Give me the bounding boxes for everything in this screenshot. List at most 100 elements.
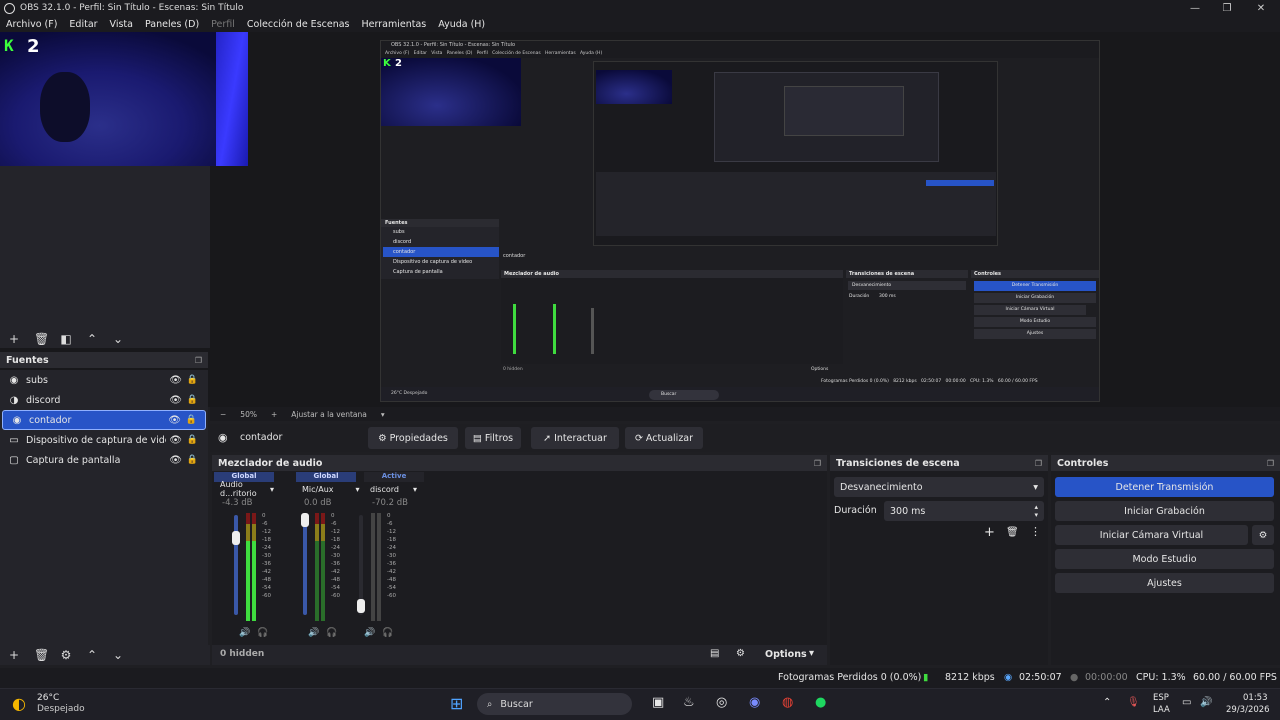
microphone-icon[interactable]: 🎙 xyxy=(1127,697,1140,708)
move-down-icon[interactable]: ⌄ xyxy=(112,648,124,662)
zoom-out-button[interactable]: − xyxy=(220,410,226,419)
source-settings-icon[interactable]: ⚙ xyxy=(60,648,72,662)
network-icon[interactable]: ▭ xyxy=(1182,697,1191,708)
transitions-panel: Transiciones de escena ❐ Desvanecimiento… xyxy=(830,455,1048,665)
language-code[interactable]: ESP xyxy=(1153,693,1169,703)
channel-name[interactable]: Mic/Aux ▾ xyxy=(296,482,360,496)
visibility-eye-icon[interactable]: 👁 xyxy=(169,375,182,386)
weather-moon-icon[interactable]: ◐ xyxy=(12,694,26,713)
clock-date[interactable]: 29/3/2026 xyxy=(1226,705,1270,715)
menu-editar[interactable]: Editar xyxy=(63,19,103,30)
minimize-button[interactable]: — xyxy=(1178,0,1212,16)
source-item-subs[interactable]: ◉ subs 👁 🔒 xyxy=(0,370,208,390)
chevron-down-icon[interactable]: ▾ xyxy=(809,648,814,659)
lock-icon[interactable]: 🔒 xyxy=(187,395,198,405)
remove-scene-icon[interactable]: 🗑 xyxy=(34,332,49,346)
remove-source-icon[interactable]: 🗑 xyxy=(34,648,49,662)
obs-taskbar-icon[interactable]: ◎ xyxy=(716,695,727,710)
zoom-in-button[interactable]: + xyxy=(271,410,277,419)
lock-icon[interactable]: 🔒 xyxy=(187,435,198,445)
menu-vista[interactable]: Vista xyxy=(104,19,139,30)
options-dropdown[interactable]: Options xyxy=(765,649,807,660)
remove-transition-icon[interactable]: 🗑 xyxy=(1006,527,1019,538)
speaker-icon[interactable]: 🔊 xyxy=(308,628,319,638)
sources-list[interactable]: ◉ subs 👁 🔒 ◑ discord 👁 🔒 ◉ contador 👁 🔒 … xyxy=(0,370,208,645)
temperature[interactable]: 26°C xyxy=(37,693,59,703)
vcam-settings-gear-icon[interactable]: ⚙ xyxy=(1252,525,1274,545)
lock-icon[interactable]: 🔒 xyxy=(187,455,198,465)
menu-ayuda[interactable]: Ayuda (H) xyxy=(432,19,491,30)
duration-spinbox[interactable]: 300 ms ▴ ▾ xyxy=(884,501,1044,521)
menu-paneles[interactable]: Paneles (D) xyxy=(139,19,205,30)
taskbar-search[interactable]: ⌕ Buscar xyxy=(477,693,632,715)
scenes-list[interactable] xyxy=(0,166,210,348)
task-view-icon[interactable]: ▣ xyxy=(652,695,664,710)
volume-fader-knob[interactable] xyxy=(301,513,309,527)
refresh-button[interactable]: ⟳ Actualizar xyxy=(625,427,703,449)
fit-window-dropdown[interactable]: Ajustar a la ventana xyxy=(291,410,367,419)
settings-button[interactable]: Ajustes xyxy=(1055,573,1274,593)
chevron-down-icon[interactable]: ▾ xyxy=(381,410,385,419)
undock-icon[interactable]: ❐ xyxy=(814,459,821,468)
more-options-icon[interactable]: ⋮ xyxy=(1030,525,1041,538)
menu-archivo[interactable]: Archivo (F) xyxy=(0,19,63,30)
level-meter-right xyxy=(321,513,325,621)
visibility-eye-icon[interactable]: 👁 xyxy=(169,455,182,466)
channel-name[interactable]: Audio d...ritorio ▾ xyxy=(214,480,274,498)
visibility-eye-icon[interactable]: 👁 xyxy=(169,435,182,446)
menu-herramientas[interactable]: Herramientas xyxy=(356,19,433,30)
volume-fader-track[interactable] xyxy=(303,515,307,615)
interact-button[interactable]: ➚ Interactuar xyxy=(531,427,619,449)
add-scene-icon[interactable]: + xyxy=(8,332,20,346)
close-button[interactable]: ✕ xyxy=(1244,0,1278,16)
volume-fader-knob[interactable] xyxy=(232,531,240,545)
lock-icon[interactable]: 🔒 xyxy=(187,375,198,385)
steam-icon[interactable]: ♨ xyxy=(683,695,695,710)
dropped-frames: Fotogramas Perdidos 0 (0.0%) xyxy=(778,672,922,683)
visibility-eye-icon[interactable]: 👁 xyxy=(169,395,182,406)
volume-icon[interactable]: 🔊 xyxy=(1200,697,1212,708)
move-up-icon[interactable]: ⌃ xyxy=(86,332,98,346)
undock-icon[interactable]: ❐ xyxy=(1035,459,1042,468)
move-down-icon[interactable]: ⌄ xyxy=(112,332,124,346)
start-virtual-camera-button[interactable]: Iniciar Cámara Virtual xyxy=(1055,525,1248,545)
chrome-icon[interactable]: ◍ xyxy=(782,695,793,710)
tray-chevron-up-icon[interactable]: ⌃ xyxy=(1103,697,1111,708)
windows-start-icon[interactable]: ⊞ xyxy=(450,694,463,713)
lock-icon[interactable]: 🔒 xyxy=(186,415,197,425)
volume-fader-track[interactable] xyxy=(234,515,238,615)
scene-filters-icon[interactable]: ◧ xyxy=(60,332,72,346)
start-recording-button[interactable]: Iniciar Grabación xyxy=(1055,501,1274,521)
properties-button[interactable]: ⚙ Propiedades xyxy=(368,427,458,449)
maximize-button[interactable]: ❐ xyxy=(1210,0,1244,16)
clock-time[interactable]: 01:53 xyxy=(1243,693,1268,703)
move-up-icon[interactable]: ⌃ xyxy=(86,648,98,662)
advanced-audio-icon[interactable]: ⚙ xyxy=(736,648,745,659)
headphones-icon[interactable]: 🎧 xyxy=(257,628,268,638)
add-transition-icon[interactable]: + xyxy=(984,525,995,540)
weather-text[interactable]: Despejado xyxy=(37,704,85,714)
spotify-icon[interactable]: ● xyxy=(815,695,826,710)
layout-icon[interactable]: ▤ xyxy=(710,648,719,659)
discord-icon[interactable]: ◉ xyxy=(749,695,760,710)
stop-streaming-button[interactable]: Detener Transmisión xyxy=(1055,477,1274,497)
volume-fader-knob[interactable] xyxy=(357,599,365,613)
studio-mode-button[interactable]: Modo Estudio xyxy=(1055,549,1274,569)
keyboard-layout[interactable]: LAA xyxy=(1153,705,1170,715)
filters-button[interactable]: ▤ Filtros xyxy=(465,427,521,449)
headphones-icon[interactable]: 🎧 xyxy=(382,628,393,638)
visibility-eye-icon[interactable]: 👁 xyxy=(168,415,181,426)
source-item-discord[interactable]: ◑ discord 👁 🔒 xyxy=(0,390,208,410)
muted-speaker-icon[interactable]: 🔊 xyxy=(364,628,375,638)
channel-name[interactable]: discord ▾ xyxy=(364,482,424,496)
speaker-icon[interactable]: 🔊 xyxy=(239,628,250,638)
add-source-icon[interactable]: + xyxy=(8,648,20,662)
headphones-icon[interactable]: 🎧 xyxy=(326,628,337,638)
undock-icon[interactable]: ❐ xyxy=(195,356,202,365)
source-item-capture-device[interactable]: ▭ Dispositivo de captura de video 👁 🔒 xyxy=(0,430,208,450)
source-item-contador[interactable]: ◉ contador 👁 🔒 xyxy=(2,410,206,430)
undock-icon[interactable]: ❐ xyxy=(1267,459,1274,468)
transition-select[interactable]: Desvanecimiento ▾ xyxy=(834,477,1044,497)
menu-coleccion-escenas[interactable]: Colección de Escenas xyxy=(241,19,356,30)
source-item-screen-capture[interactable]: ▢ Captura de pantalla 👁 🔒 xyxy=(0,450,208,470)
